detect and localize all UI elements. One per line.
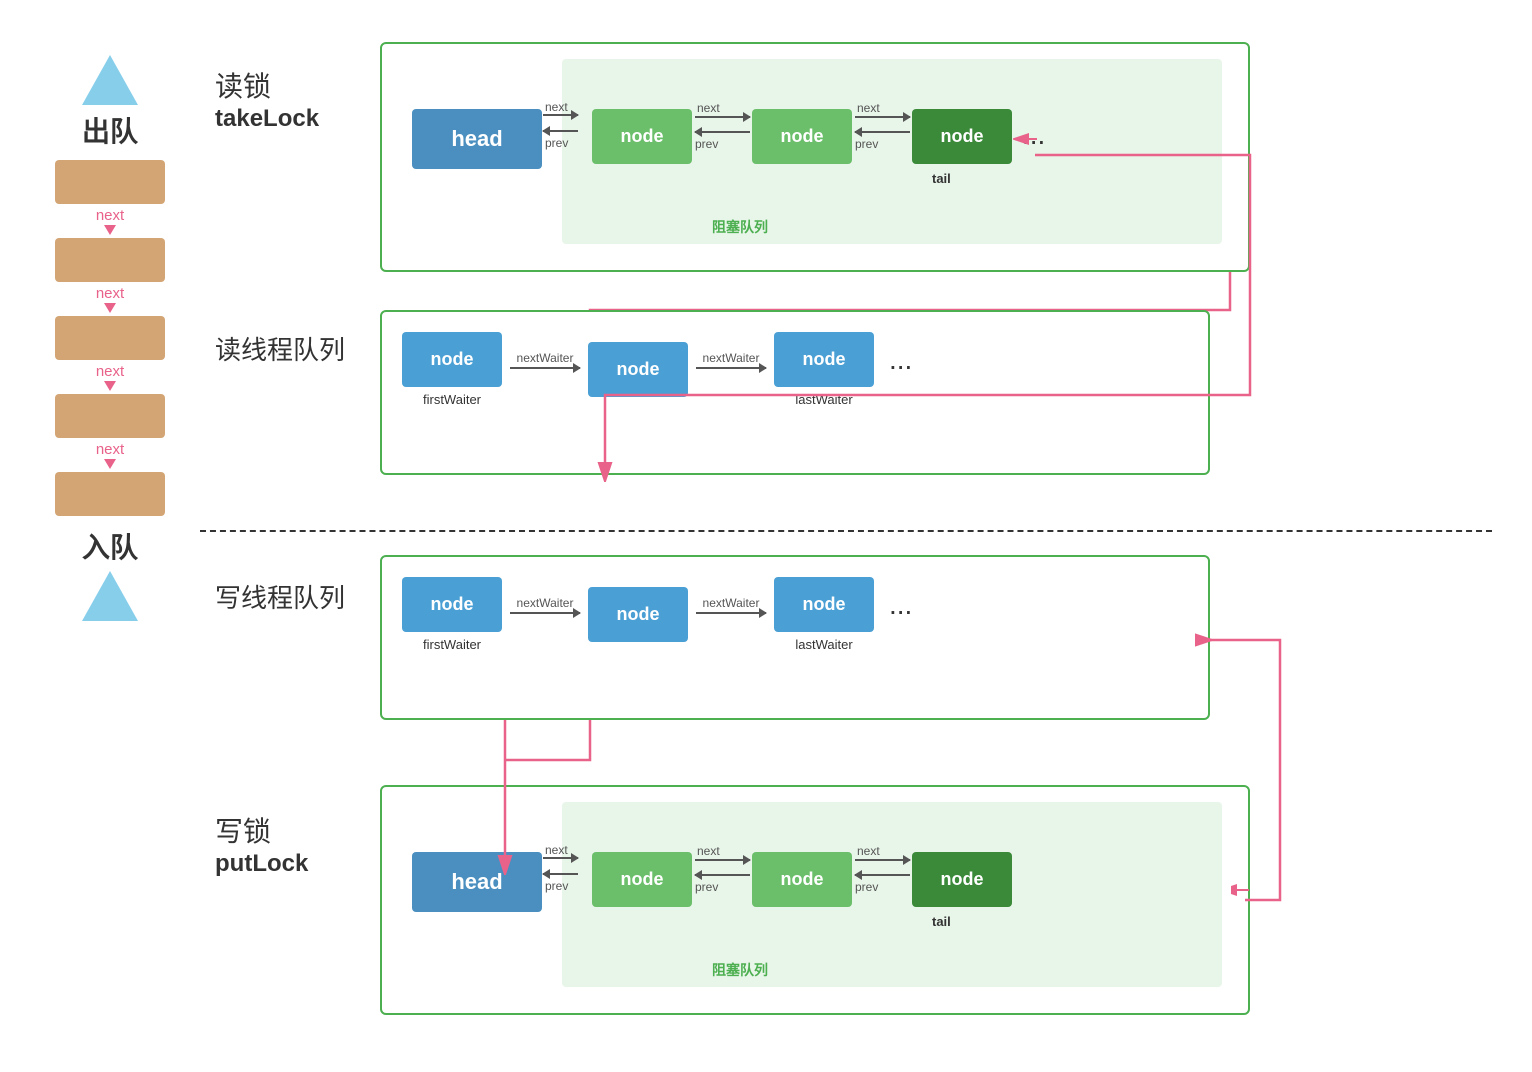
read-next-waiter-1: nextWaiter — [510, 351, 580, 369]
next-arrow-1 — [104, 225, 116, 235]
queue-block-3 — [55, 316, 165, 360]
next-arrow-4 — [104, 459, 116, 469]
read-waiter-node-1: node — [402, 332, 502, 387]
take-arrow-2-next: next — [857, 101, 880, 115]
read-last-waiter-label: lastWaiter — [795, 392, 852, 407]
take-head-node: head — [412, 109, 542, 169]
take-arrow-1-next: next — [697, 101, 720, 115]
next-label-4: next — [96, 441, 124, 458]
take-node-3: node — [912, 109, 1012, 164]
write-next-waiter-2: nextWaiter — [696, 596, 766, 614]
dequeue-label: 出队 — [82, 110, 138, 150]
read-queue-box: node firstWaiter nextWaiter node nextWai… — [380, 310, 1210, 475]
queue-block-5 — [55, 472, 165, 516]
write-queue-box: node firstWaiter nextWaiter node nextWai… — [380, 555, 1210, 720]
read-queue-label: 读线程队列 — [215, 330, 345, 367]
take-arrow-2-prev: prev — [855, 137, 878, 151]
write-first-waiter-label: firstWaiter — [423, 637, 481, 652]
read-lock-label: 读锁 takeLock — [215, 65, 319, 133]
put-lock-inner: node next prev node next prev node tail … — [562, 802, 1222, 987]
queue-block-1 — [55, 160, 165, 204]
next-label-1: next — [96, 207, 124, 224]
take-head-bwd-line — [543, 130, 578, 132]
put-tail-label: tail — [932, 914, 951, 929]
read-waiter-node-3: node — [774, 332, 874, 387]
queue-block-4 — [55, 394, 165, 438]
take-arrow-1-line-bwd — [695, 131, 750, 133]
read-ellipsis: ... — [889, 344, 912, 376]
write-queue-inner: node firstWaiter nextWaiter node nextWai… — [402, 572, 1188, 652]
read-next-waiter-2: nextWaiter — [696, 351, 766, 369]
queue-block-2 — [55, 238, 165, 282]
take-head-arrow-prev: prev — [545, 136, 568, 150]
put-head-node: head — [412, 852, 542, 912]
write-next-waiter-1: nextWaiter — [510, 596, 580, 614]
read-first-waiter-label: firstWaiter — [423, 392, 481, 407]
take-tail-label: tail — [932, 171, 951, 186]
dotted-divider — [200, 530, 1492, 532]
next-arrow-2 — [104, 303, 116, 313]
write-waiter-node-2: node — [588, 587, 688, 642]
read-queue-inner: node firstWaiter nextWaiter node nextWai… — [402, 327, 1188, 407]
enqueue-label: 入队 — [82, 526, 138, 566]
take-head-arrow-next: next — [545, 100, 568, 114]
write-queue-label: 写线程队列 — [215, 578, 345, 615]
next-label-3: next — [96, 363, 124, 380]
put-node-3: node — [912, 852, 1012, 907]
next-arrow-3 — [104, 381, 116, 391]
take-node-2: node — [752, 109, 852, 164]
left-queue-column: 出队 next next next next 入队 — [55, 55, 165, 621]
put-lock-box: node next prev node next prev node tail … — [380, 785, 1250, 1015]
write-waiter-node-1: node — [402, 577, 502, 632]
write-last-waiter-label: lastWaiter — [795, 637, 852, 652]
read-waiter-node-2: node — [588, 342, 688, 397]
take-arrow-2-line-fwd — [855, 116, 910, 118]
take-head-fwd-line — [543, 114, 578, 116]
take-node-1: node — [592, 109, 692, 164]
main-container: 出队 next next next next 入队 读锁 takeLock — [0, 0, 1532, 1072]
put-node-2: node — [752, 852, 852, 907]
take-lock-box: node next prev node next prev node — [380, 42, 1250, 272]
next-label-2: next — [96, 285, 124, 302]
take-arrow-1-line-fwd — [695, 116, 750, 118]
dequeue-arrow — [82, 55, 138, 105]
write-ellipsis: ... — [889, 589, 912, 621]
put-node-1: node — [592, 852, 692, 907]
take-lock-inner: node next prev node next prev node — [562, 59, 1222, 244]
put-blocking-label: 阻塞队列 — [712, 960, 768, 980]
enqueue-arrow — [82, 571, 138, 621]
take-pink-arrow-in — [1012, 124, 1042, 159]
write-lock-label: 写锁 putLock — [215, 810, 308, 878]
write-waiter-node-3: node — [774, 577, 874, 632]
take-arrow-2-line-bwd — [855, 131, 910, 133]
take-blocking-label: 阻塞队列 — [712, 217, 768, 237]
put-pink-arrow-in — [1231, 875, 1251, 910]
take-arrow-1-prev: prev — [695, 137, 718, 151]
